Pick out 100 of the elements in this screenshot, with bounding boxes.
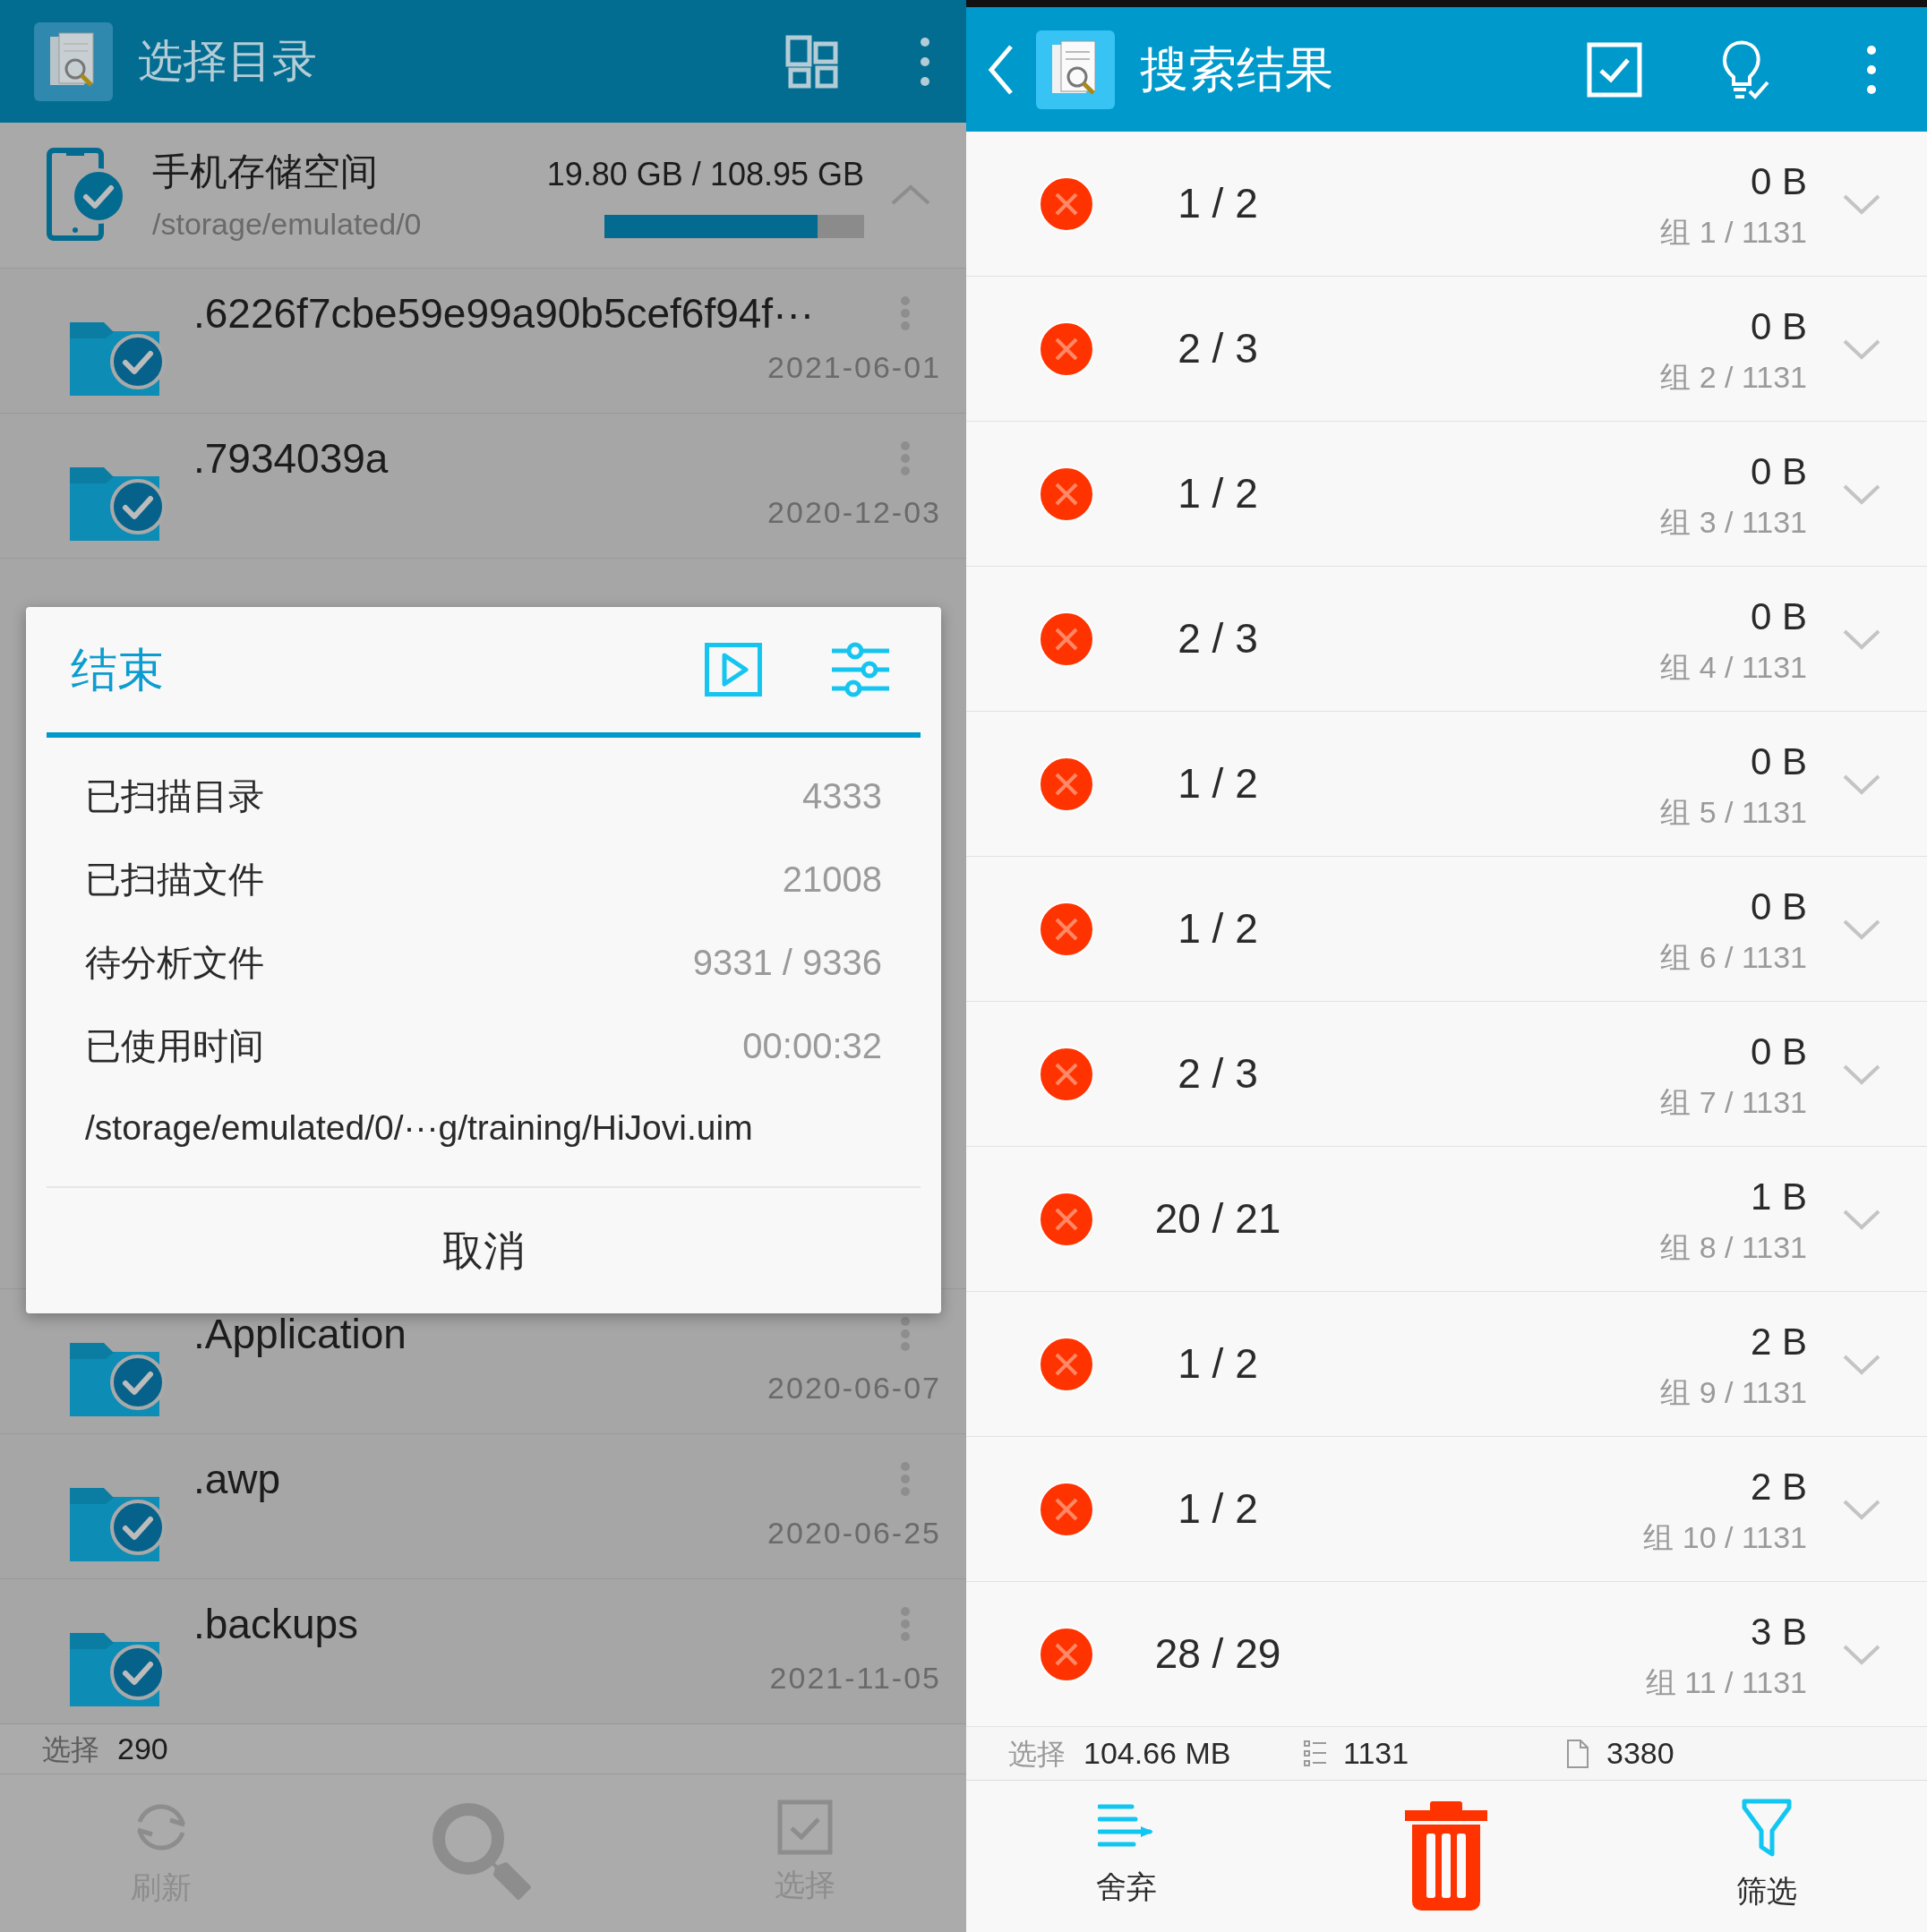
group-index: 组 4 / 1131 [1660, 648, 1807, 685]
storage-usage: 19.80 GB / 108.95 GB [546, 155, 864, 194]
group-index: 组 3 / 1131 [1660, 503, 1807, 540]
chevron-down-icon[interactable] [1843, 192, 1880, 215]
stat-label: 已扫描文件 [85, 858, 264, 901]
group-index: 组 8 / 1131 [1660, 1228, 1807, 1265]
group-size: 0 B [1750, 1029, 1807, 1074]
duplicate-count: 20 / 21 [1153, 1194, 1282, 1244]
play-icon[interactable] [705, 643, 762, 697]
duplicate-count: 2 / 3 [1177, 614, 1259, 663]
folder-date: 2021-11-05 [769, 1660, 941, 1696]
group-size: 0 B [1750, 449, 1807, 494]
group-index: 组 10 / 1131 [1643, 1518, 1807, 1555]
remove-icon[interactable] [1038, 900, 1095, 958]
duplicate-count: 1 / 2 [1177, 1339, 1259, 1389]
group-index: 组 9 / 1131 [1660, 1373, 1807, 1410]
chevron-down-icon[interactable] [1843, 338, 1880, 360]
folder-date: 2020-06-25 [767, 1515, 941, 1551]
stat-label: 已使用时间 [85, 1024, 264, 1067]
current-path: /storage/emulated/0/···g/training/HiJovi.uim [85, 1107, 753, 1150]
remove-icon[interactable] [1038, 175, 1095, 233]
stat-value: 9331 / 9336 [692, 941, 882, 984]
remove-icon[interactable] [1038, 1335, 1095, 1393]
duplicate-count: 1 / 2 [1177, 179, 1259, 228]
chevron-down-icon[interactable] [1843, 483, 1880, 505]
trash-icon[interactable] [1405, 1800, 1488, 1912]
storage-name[interactable]: 手机存储空间 [152, 147, 422, 197]
stat-value: 4333 [802, 774, 882, 817]
file-count: 3380 [1606, 1735, 1674, 1772]
chevron-down-icon[interactable] [1843, 773, 1880, 795]
remove-icon[interactable] [1038, 1045, 1095, 1103]
nav-label[interactable]: 舍弃 [1095, 1864, 1157, 1910]
stat-label: 待分析文件 [85, 941, 264, 984]
grid-view-icon[interactable] [785, 34, 839, 89]
selected-size: 104.66 MB [1083, 1735, 1232, 1772]
chevron-down-icon[interactable] [1843, 1208, 1880, 1230]
folder-name[interactable]: .awp [193, 1452, 941, 1506]
remove-icon[interactable] [1038, 1190, 1095, 1248]
app-logo-icon [1036, 30, 1115, 109]
remove-icon[interactable] [1038, 1480, 1095, 1538]
group-size: 0 B [1750, 739, 1807, 784]
app-logo-icon [34, 21, 113, 101]
remove-icon[interactable] [1038, 465, 1095, 523]
group-size: 0 B [1750, 884, 1807, 929]
group-size: 0 B [1750, 158, 1807, 204]
settings-sliders-icon[interactable] [830, 642, 891, 697]
chevron-down-icon[interactable] [1843, 1643, 1880, 1665]
group-size: 0 B [1750, 303, 1807, 349]
status-label: 选择 [42, 1731, 99, 1767]
group-index: 组 1 / 1131 [1660, 213, 1807, 250]
group-size: 3 B [1750, 1609, 1807, 1654]
folder-name[interactable]: .backups [193, 1597, 941, 1651]
more-icon[interactable] [1866, 44, 1877, 95]
cancel-button[interactable]: 取消 [26, 1188, 941, 1313]
dialog-title: 结束 [71, 643, 164, 697]
chevron-down-icon[interactable] [1843, 1498, 1880, 1520]
list-icon [1304, 1740, 1327, 1767]
folder-date: 2020-06-07 [767, 1370, 941, 1406]
filter-icon[interactable] [1742, 1799, 1793, 1858]
group-index: 组 2 / 1131 [1660, 358, 1807, 395]
duplicate-count: 1 / 2 [1177, 759, 1259, 808]
remove-icon[interactable] [1038, 610, 1095, 668]
group-size: 1 B [1750, 1174, 1807, 1219]
screen-title: 选择目录 [138, 35, 317, 88]
chevron-down-icon[interactable] [1843, 918, 1880, 940]
group-index: 组 6 / 1131 [1660, 938, 1807, 975]
selected-count: 290 [117, 1731, 168, 1767]
screen-title: 搜索结果 [1140, 41, 1333, 98]
file-icon [1567, 1739, 1589, 1768]
folder-date: 2021-06-01 [767, 349, 941, 385]
remove-icon[interactable] [1038, 755, 1095, 813]
duplicate-count: 1 / 2 [1177, 1484, 1259, 1534]
group-size: 0 B [1750, 594, 1807, 639]
duplicate-count: 1 / 2 [1177, 469, 1259, 518]
group-size: 2 B [1750, 1464, 1807, 1509]
storage-path: /storage/emulated/0 [152, 206, 422, 243]
stat-label: 已扫描目录 [85, 774, 264, 817]
folder-name[interactable]: .6226f7cbe59e99a90b5cef6f94f··· [193, 286, 941, 340]
more-icon[interactable] [920, 36, 930, 87]
duplicate-count: 2 / 3 [1177, 324, 1259, 373]
stat-value: 21008 [782, 858, 882, 901]
group-index: 组 7 / 1131 [1660, 1083, 1807, 1120]
more-icon[interactable] [900, 1316, 911, 1352]
group-count: 1131 [1343, 1735, 1410, 1772]
duplicate-count: 1 / 2 [1177, 904, 1259, 953]
group-index: 组 11 / 1131 [1645, 1663, 1807, 1700]
chevron-down-icon[interactable] [1843, 1063, 1880, 1085]
duplicate-count: 2 / 3 [1177, 1049, 1259, 1099]
check-square-icon[interactable] [777, 1799, 834, 1855]
folder-date: 2020-12-03 [767, 494, 941, 530]
nav-label[interactable]: 筛选 [1736, 1868, 1798, 1914]
group-index: 组 5 / 1131 [1660, 793, 1807, 830]
duplicate-count: 28 / 29 [1153, 1629, 1282, 1679]
folder-name[interactable]: .7934039a [193, 432, 941, 485]
remove-icon[interactable] [1038, 320, 1095, 378]
stat-value: 00:00:32 [742, 1024, 882, 1067]
remove-icon[interactable] [1038, 1625, 1095, 1683]
chevron-down-icon[interactable] [1843, 628, 1880, 650]
chevron-down-icon[interactable] [1843, 1353, 1880, 1375]
status-label: 选择 [1008, 1736, 1066, 1772]
